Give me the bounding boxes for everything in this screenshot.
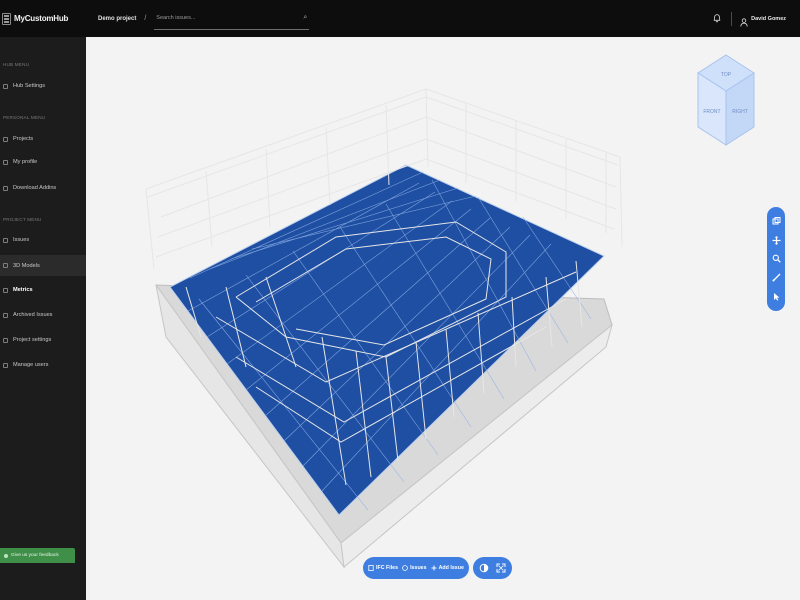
user-avatar-icon[interactable] [740,14,748,27]
notification-bell-icon[interactable] [712,14,721,24]
sidebar-section-personal: PERSONAL MENU [3,114,46,120]
zoom-icon[interactable] [770,253,782,265]
sidebar-item-label: Issues [13,237,30,243]
view-cube-top-label: TOP [721,72,732,78]
view-cube-right-label: RIGHT [732,109,748,115]
plus-icon [431,565,437,571]
view-cube[interactable]: TOP FRONT RIGHT [692,51,760,149]
issue-icon [402,565,408,571]
fullscreen-icon[interactable] [494,561,508,575]
user-name[interactable]: David Gomez [751,16,786,22]
ifc-files-label: IFC Files [376,565,399,571]
sidebar-item-label: Projects [13,136,34,142]
users-icon [3,362,8,368]
sidebar-item-label: Archived Issues [13,312,53,318]
3d-viewer[interactable]: TOP FRONT RIGHT IFC Files Issues Add Iss… [86,37,800,600]
add-issue-label: Add Issue [438,565,464,571]
feedback-label: Give us your feedback [11,553,59,558]
gear-icon [3,83,8,89]
sidebar-item-download-addins[interactable]: Download Addins [0,179,86,197]
folder-icon [3,136,8,142]
feedback-icon [4,553,8,558]
viewer-tool-strip [767,207,785,311]
issue-icon [3,237,8,243]
breadcrumb-separator: / [144,15,147,22]
add-issue-button[interactable]: Add Issue [431,565,464,571]
feedback-button[interactable]: Give us your feedback [0,548,75,563]
file-icon [368,565,374,571]
viewer-bottom-toolbar: IFC Files Issues Add Issue [363,557,512,579]
sidebar-item-label: Hub Settings [13,83,46,89]
cube-icon [3,263,8,268]
sidebar-item-manage-users[interactable]: Manage users [0,356,86,374]
sidebar-item-label: Metrics [13,287,33,293]
top-right-area: David Gomez [712,11,786,27]
ifc-files-button[interactable]: IFC Files [368,565,398,571]
chart-icon [3,287,8,293]
download-icon [3,185,8,191]
sidebar-item-hub-settings[interactable]: Hub Settings [0,77,86,95]
viewer-mode-pill [472,557,512,579]
app-name: MyCustomHub [14,14,69,23]
measure-icon[interactable] [770,272,782,284]
issues-label: Issues [410,565,427,571]
top-bar: MyCustomHub Demo project / ⌕ David Gomez [0,0,800,37]
sidebar-item-label: Project settings [13,337,52,343]
select-icon[interactable] [770,291,782,303]
archive-icon [3,312,8,318]
move-icon[interactable] [770,234,782,246]
user-icon [3,159,8,165]
sidebar-item-label: My profile [13,159,38,165]
hub-logo-icon [2,12,11,25]
view-cube-front-label: FRONT [703,109,720,115]
issues-button[interactable]: Issues [402,565,427,571]
sidebar-item-label: 3D Models [13,262,40,269]
sidebar-item-project-settings[interactable]: Project settings [0,331,86,349]
viewer-actions-pill: IFC Files Issues Add Issue [363,557,469,579]
sidebar-item-metrics[interactable]: Metrics [0,281,86,299]
brand[interactable]: MyCustomHub [0,0,86,37]
layers-icon[interactable] [770,215,782,227]
sidebar-item-my-profile[interactable]: My profile [0,153,86,171]
sidebar-section-hub: HUB MENU [3,61,30,67]
sidebar-item-archived-issues[interactable]: Archived Issues [0,306,86,324]
sidebar-item-projects[interactable]: Projects [0,130,86,148]
section-view-icon[interactable] [477,561,491,575]
search-icon[interactable]: ⌕ [303,14,307,22]
sidebar-item-label: Manage users [13,362,49,368]
breadcrumb-project[interactable]: Demo project [98,16,136,22]
sidebar-section-project: PROJECT MENU [3,216,42,222]
header-divider [731,11,733,26]
search-box[interactable]: ⌕ [154,8,310,30]
sidebar: HUB MENU Hub Settings PERSONAL MENU Proj… [0,37,86,600]
sidebar-item-3d-models[interactable]: 3D Models [0,255,86,276]
search-input[interactable] [156,15,287,21]
sidebar-item-label: Download Addins [13,185,57,191]
settings-icon [3,337,8,343]
sidebar-item-issues[interactable]: Issues [0,231,86,249]
